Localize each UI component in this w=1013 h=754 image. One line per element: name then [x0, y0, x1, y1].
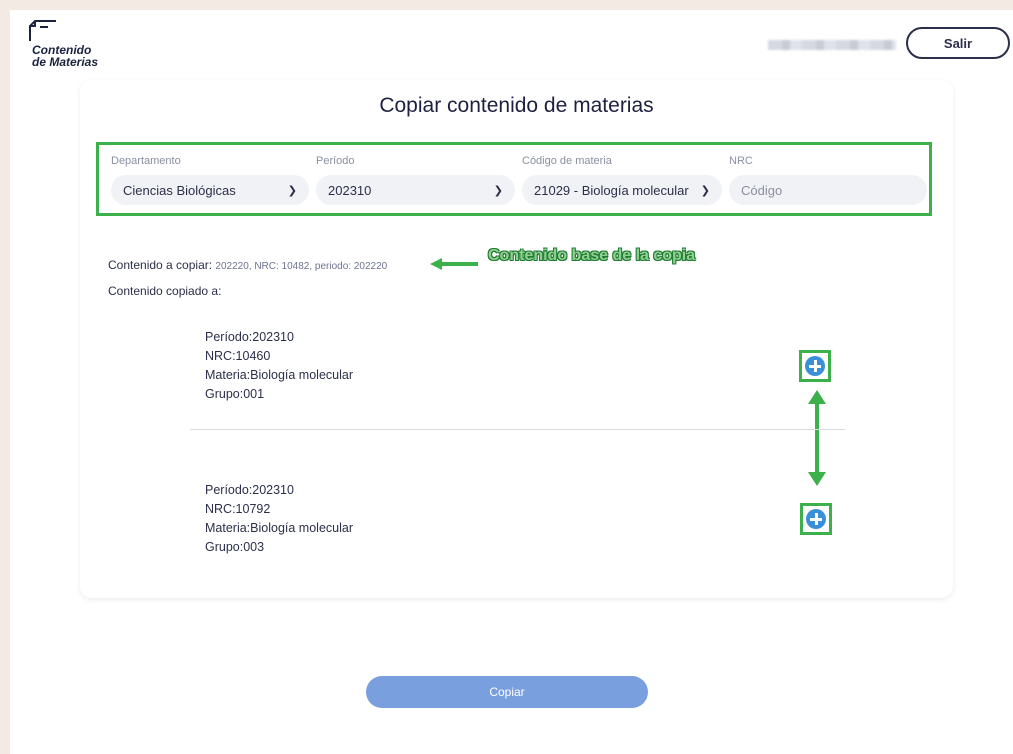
period-value: 202310	[328, 182, 372, 198]
left-arrow-icon	[430, 258, 478, 270]
user-name-blurred	[768, 40, 896, 50]
nrc-input[interactable]: Código	[729, 175, 927, 205]
logout-button[interactable]: Salir	[906, 27, 1010, 59]
chevron-down-icon: ❯	[493, 185, 503, 197]
source-content-line: Contenido a copiar: 202220, NRC: 10482, …	[108, 258, 387, 272]
period-select[interactable]: 202310 ❯	[316, 175, 515, 205]
app-logo[interactable]: Contenido de Materias	[24, 20, 114, 70]
item-subject: Materia:Biología molecular	[205, 368, 353, 382]
chevron-down-icon: ❯	[287, 185, 297, 197]
add-circle-icon[interactable]	[806, 509, 826, 529]
item-subject: Materia:Biología molecular	[205, 521, 353, 535]
filters-highlight: Departamento Ciencias Biológicas ❯ Perío…	[96, 142, 932, 216]
course-code-value: 21029 - Biología molecular	[534, 182, 689, 198]
copied-to-label: Contenido copiado a:	[108, 284, 222, 298]
item-period: Período:202310	[205, 330, 294, 344]
page-title: Copiar contenido de materias	[379, 94, 654, 117]
department-select[interactable]: Ciencias Biológicas ❯	[111, 175, 309, 205]
add-button-highlight	[800, 503, 832, 535]
course-code-label: Código de materia	[522, 155, 612, 167]
double-arrow-icon	[808, 390, 826, 486]
item-nrc: NRC:10460	[205, 349, 271, 363]
logo-text-line2: de Materias	[32, 55, 99, 69]
divider	[190, 429, 845, 430]
item-period: Período:202310	[205, 483, 294, 497]
chevron-down-icon: ❯	[700, 185, 710, 197]
source-label: Contenido a copiar:	[108, 258, 216, 272]
add-button-highlight	[799, 350, 831, 382]
nrc-placeholder: Código	[741, 182, 783, 198]
item-group: Grupo:003	[205, 540, 265, 554]
course-code-select[interactable]: 21029 - Biología molecular ❯	[522, 175, 722, 205]
copy-button[interactable]: Copiar	[366, 676, 648, 708]
top-bar: Contenido de Materias Salir	[10, 10, 1013, 78]
annotation-label: Contenido base de la copia	[488, 247, 696, 264]
department-label: Departamento	[111, 155, 181, 167]
list-item: Período:202310 NRC:10792 Materia:Biologí…	[205, 481, 353, 557]
add-circle-icon[interactable]	[805, 356, 825, 376]
period-label: Período	[316, 155, 355, 167]
department-value: Ciencias Biológicas	[123, 182, 236, 198]
copy-content-card: Copiar contenido de materias Departament…	[80, 80, 953, 598]
document-logo-icon	[29, 20, 56, 41]
item-group: Grupo:001	[205, 387, 265, 401]
source-value: 202220, NRC: 10482, periodo: 202220	[215, 261, 388, 272]
list-item: Período:202310 NRC:10460 Materia:Biologí…	[205, 328, 353, 404]
nrc-label: NRC	[729, 155, 753, 167]
item-nrc: NRC:10792	[205, 502, 271, 516]
page: Contenido de Materias Salir Copiar conte…	[10, 10, 1013, 754]
